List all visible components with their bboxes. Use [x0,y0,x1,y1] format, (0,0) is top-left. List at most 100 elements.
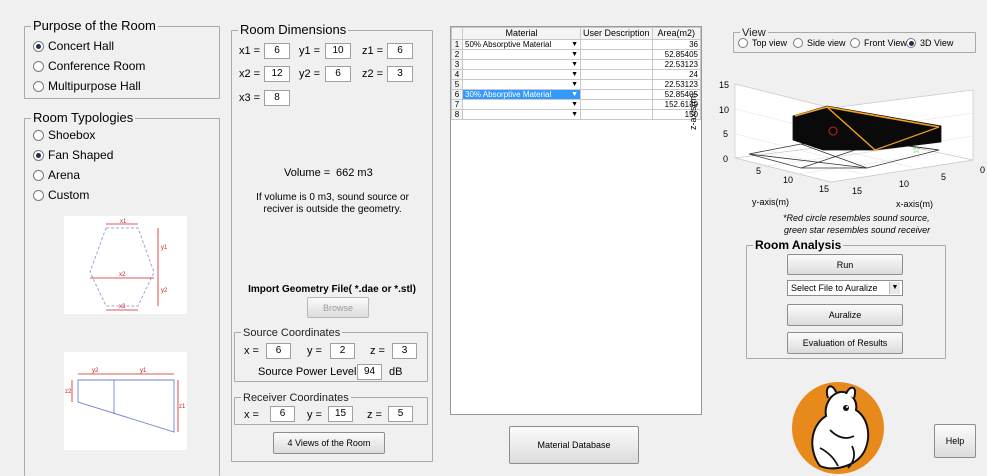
volume-note: If volume is 0 m3, sound source or reciv… [256,192,409,215]
radio-concert-hall[interactable]: Concert Hall [33,39,114,53]
col-header-description[interactable]: User Description [580,27,653,40]
table-row[interactable]: 7 ▼ 152.6139 [451,99,702,110]
dropdown-arrow-icon[interactable]: ▼ [571,110,578,119]
typologies-title: Room Typologies [31,110,136,126]
receiver-z-input[interactable]: 5 [388,406,413,422]
material-dropdown[interactable]: 50% Absorptive Material ▼ [462,39,581,50]
radio-conference-room[interactable]: Conference Room [33,59,145,73]
radio-custom[interactable]: Custom [33,188,89,202]
receiver-x-input[interactable]: 6 [270,406,295,422]
source-y-input[interactable]: 2 [330,343,355,359]
radio-icon[interactable] [793,38,803,48]
dropdown-arrow-icon[interactable]: ▼ [571,100,578,109]
x-axis-label: x-axis(m) [896,199,933,209]
material-dropdown[interactable]: ▼ [462,99,581,110]
z1-label: z1 = [362,45,384,57]
source-power-input[interactable]: 94 [357,364,382,380]
receiver-y-input[interactable]: 15 [328,406,353,422]
description-cell[interactable] [580,89,653,100]
table-row-selected[interactable]: 6 30% Absorptive Material ▼ 52.85405 [451,89,702,100]
description-cell[interactable] [580,109,653,120]
radio-icon[interactable] [33,80,44,92]
radio-icon[interactable] [906,38,916,48]
x2-input[interactable]: 12 [264,66,290,82]
radio-icon[interactable] [33,169,44,181]
source-power-label: Source Power Level = [258,366,366,378]
material-dropdown[interactable]: ▼ [462,49,581,60]
radio-icon[interactable] [850,38,860,48]
dropdown-arrow-icon[interactable]: ▼ [571,60,578,69]
label-side-z1: z1 [179,404,186,410]
auralize-file-select[interactable]: Select File to Auralize ▼ [787,280,903,296]
material-dropdown[interactable]: 30% Absorptive Material ▼ [462,89,581,100]
dropdown-arrow-icon[interactable]: ▼ [571,80,578,89]
dropdown-arrow-icon[interactable]: ▼ [571,50,578,59]
four-views-button[interactable]: 4 Views of the Room [273,432,385,454]
radio-icon[interactable] [738,38,748,48]
radio-arena[interactable]: Arena [33,168,80,182]
radio-shoebox[interactable]: Shoebox [33,128,95,142]
fan-shape-top-diagram: x1 x2 x3 y1 y2 [64,216,187,314]
col-header-area[interactable]: Area(m2) [651,27,702,40]
table-row[interactable]: 5 ▼ 22.53123 [451,79,702,90]
table-row[interactable]: 1 50% Absorptive Material ▼ 36 [451,39,702,50]
label-y1: y1 [161,245,168,251]
y1-input[interactable]: 10 [325,43,351,59]
radio-3d-view[interactable]: 3D View [906,38,953,48]
table-row[interactable]: 3 ▼ 22.53123 [451,59,702,70]
chevron-down-icon[interactable]: ▼ [889,282,900,294]
material-dropdown[interactable]: ▼ [462,59,581,70]
description-cell[interactable] [580,79,653,90]
material-table: Material User Description Area(m2) 1 50%… [451,27,702,120]
x-tick: 15 [852,186,862,196]
area-cell: 22.53123 [651,59,702,70]
x3-input[interactable]: 8 [264,90,290,106]
source-z-input[interactable]: 3 [392,343,417,359]
description-cell[interactable] [580,49,653,60]
sound-receiver-star-icon: ☆ [912,145,921,156]
description-cell[interactable] [580,99,653,110]
browse-button[interactable]: Browse [307,297,369,318]
description-cell[interactable] [580,39,653,50]
dropdown-arrow-icon[interactable]: ▼ [571,70,578,79]
help-button[interactable]: Help [934,424,976,458]
radio-fan-shaped[interactable]: Fan Shaped [33,148,113,162]
x1-input[interactable]: 6 [264,43,290,59]
radio-multipurpose-hall[interactable]: Multipurpose Hall [33,79,141,93]
description-cell[interactable] [580,69,653,80]
source-x-input[interactable]: 6 [266,343,291,359]
label-x3: x3 [119,304,126,310]
col-header-material[interactable]: Material [462,27,581,40]
table-row[interactable]: 4 ▼ 24 [451,69,702,80]
z2-input[interactable]: 3 [387,66,413,82]
dropdown-arrow-icon[interactable]: ▼ [571,40,578,49]
y-tick: 15 [819,184,829,194]
material-dropdown[interactable]: ▼ [462,109,581,120]
table-row[interactable]: 8 ▼ 150 [451,109,702,120]
material-dropdown[interactable]: ▼ [462,69,581,80]
area-cell: 24 [651,69,702,80]
description-cell[interactable] [580,59,653,70]
radio-icon[interactable] [33,189,44,201]
radio-top-view[interactable]: Top view [738,38,787,48]
radio-icon[interactable] [33,40,44,52]
auralize-button[interactable]: Auralize [787,304,903,326]
x2-label: x2 = [239,68,261,80]
room-3d-plot[interactable]: 15 10 5 0 ☆ 5 10 15 15 10 5 0 [703,74,987,212]
material-database-button[interactable]: Material Database [509,426,639,464]
run-button[interactable]: Run [787,254,903,275]
y2-label: y2 = [299,68,321,80]
dropdown-arrow-icon[interactable]: ▼ [571,90,578,99]
area-cell: 52.85405 [651,49,702,60]
radio-side-view[interactable]: Side view [793,38,846,48]
y2-input[interactable]: 6 [325,66,351,82]
table-row[interactable]: 2 ▼ 52.85405 [451,49,702,60]
material-dropdown[interactable]: ▼ [462,79,581,90]
radio-icon[interactable] [33,60,44,72]
z1-input[interactable]: 6 [387,43,413,59]
area-cell: 36 [651,39,702,50]
radio-icon[interactable] [33,129,44,141]
evaluation-button[interactable]: Evaluation of Results [787,332,903,354]
radio-icon[interactable] [33,149,44,161]
radio-front-view[interactable]: Front View [850,38,907,48]
